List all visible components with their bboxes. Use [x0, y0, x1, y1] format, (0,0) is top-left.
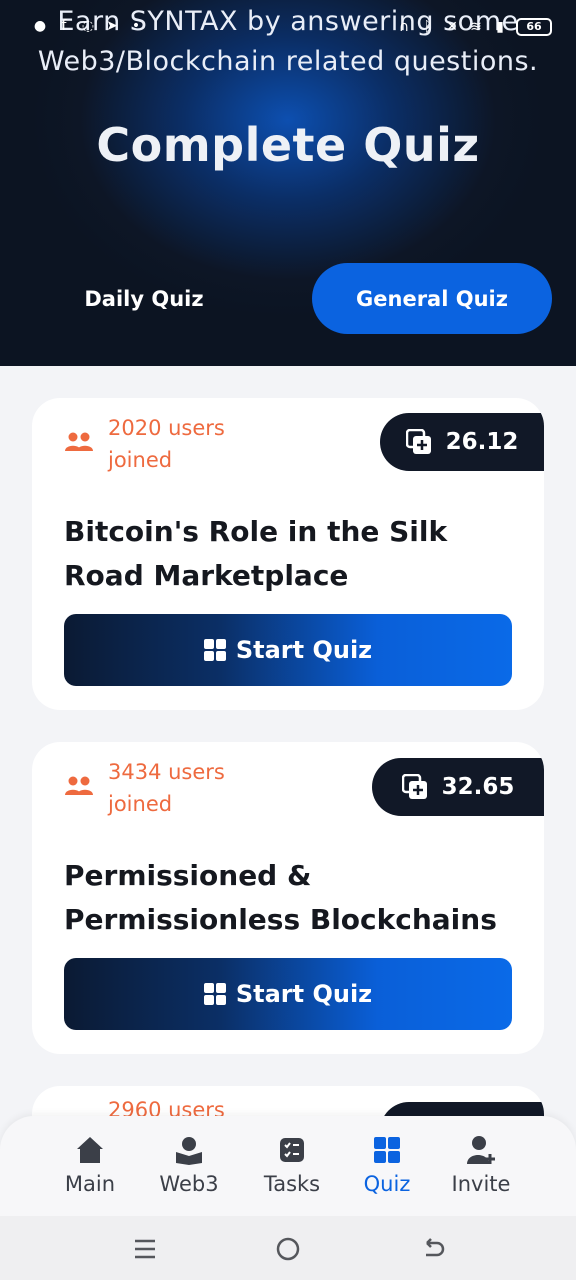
more-dots-icon: • [131, 18, 141, 34]
headphones-icon: ∩ [398, 19, 410, 35]
chat-icon: ● [33, 18, 47, 34]
nav-label: Web3 [159, 1172, 219, 1196]
telegram-icon: ➤ [106, 18, 118, 34]
start-quiz-button[interactable]: Start Quiz [64, 958, 512, 1030]
reward-badge: 26.12 [380, 413, 544, 471]
start-quiz-button[interactable]: Start Quiz [64, 614, 512, 686]
tasks-icon [276, 1134, 308, 1166]
nav-item-web3[interactable]: Web3 [141, 1134, 237, 1196]
battery-indicator: 66 [516, 18, 552, 36]
users-icon [64, 432, 94, 456]
quiz-title: Bitcoin's Role in the Silk Road Marketpl… [64, 515, 448, 592]
nav-label: Main [64, 1172, 116, 1196]
bluetooth-icon: ᛒ [423, 19, 433, 35]
users-joined: 2020 users joined [64, 412, 248, 476]
quiz-grid-icon [203, 639, 226, 661]
tab-general-quiz[interactable]: General Quiz [312, 263, 552, 334]
nav-label: Invite [451, 1172, 511, 1196]
users-joined-text: 3434 users joined [108, 760, 225, 816]
home-button-icon[interactable] [273, 1234, 303, 1264]
mute-icon: ✕ [446, 19, 458, 35]
tab-daily-quiz[interactable]: Daily Quiz [24, 263, 264, 334]
add-copy-icon [405, 429, 431, 454]
reward-badge: 32.65 [372, 758, 544, 816]
nav-item-main[interactable]: Main [42, 1134, 138, 1196]
add-user-icon [465, 1134, 497, 1166]
facebook-icon: f [61, 18, 67, 34]
quiz-card: 2020 users joined 26.12 Bitcoin's Role i… [32, 398, 544, 710]
wifi-icon: ≋ [470, 19, 482, 35]
reward-amount: 26.12 [445, 429, 519, 455]
nav-item-invite[interactable]: Invite [433, 1134, 529, 1196]
bottom-nav: Main Web3 Tasks Quiz Invite [0, 1116, 576, 1216]
nav-label: Tasks [263, 1172, 321, 1196]
reward-amount: 32.65 [441, 774, 515, 800]
page-title: Complete Quiz [96, 118, 480, 172]
recent-apps-icon[interactable] [130, 1234, 160, 1264]
home-icon [74, 1134, 106, 1166]
quiz-card: 3434 users joined 32.65 Permissioned & P… [32, 742, 544, 1054]
quiz-icon [371, 1134, 403, 1166]
nav-item-tasks[interactable]: Tasks [244, 1134, 340, 1196]
quiz-grid-icon [203, 983, 226, 1005]
nav-item-quiz[interactable]: Quiz [339, 1134, 435, 1196]
signal-icon: ▮ [496, 19, 504, 35]
users-joined-text: 2020 users joined [108, 416, 225, 472]
system-nav-bar [0, 1216, 576, 1280]
whatsapp-icon: ◌ [81, 18, 95, 34]
header: Earn SYNTAX by answering some Web3/Block… [0, 0, 576, 366]
lightbulb-book-icon [173, 1134, 205, 1166]
status-bar: ● f ◌ ➤ • ∩ ᛒ ✕ ≋ ▮ 66 [0, 14, 576, 42]
back-icon[interactable] [418, 1234, 448, 1264]
users-joined: 3434 users joined [64, 756, 248, 820]
users-icon [64, 776, 94, 800]
start-quiz-label: Start Quiz [235, 636, 373, 664]
add-copy-icon [401, 774, 427, 799]
quiz-title: Permissioned & Permissionless Blockchain… [64, 859, 497, 936]
nav-label: Quiz [363, 1172, 411, 1196]
start-quiz-label: Start Quiz [235, 980, 373, 1008]
